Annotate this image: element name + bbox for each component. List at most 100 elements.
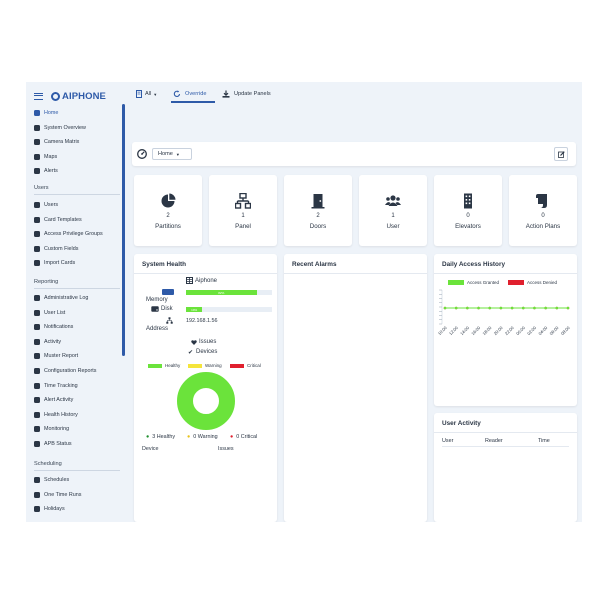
sidebar-item-administrative-log[interactable]: Administrative Log: [34, 292, 88, 304]
devices-heading: Devices: [196, 349, 218, 355]
warning-count: ● 0 Warning: [187, 434, 218, 440]
data-point[interactable]: [477, 306, 480, 310]
sidebar-item-label: Muster Report: [44, 353, 79, 360]
device-name: Aiphone: [195, 278, 218, 284]
aiphone-logo-icon: [51, 91, 60, 101]
sidebar-item-system-overview[interactable]: System Overview: [34, 122, 86, 134]
data-point[interactable]: [454, 306, 458, 310]
apb-icon: [34, 441, 40, 447]
sidebar-item-custom-fields[interactable]: Custom Fields: [34, 243, 78, 255]
chevron-down-icon: ▼: [153, 91, 158, 97]
divider: [442, 446, 569, 447]
ip-address: 192.168.1.56: [186, 318, 218, 324]
divider: [434, 432, 577, 433]
download-icon: [222, 90, 230, 98]
sidebar-item-home[interactable]: Home: [34, 107, 58, 119]
x-tick-label: 00:00: [515, 325, 526, 336]
sidebar-item-maps[interactable]: Maps: [34, 151, 57, 163]
override-button[interactable]: Override: [173, 88, 206, 100]
import-icon: [34, 260, 40, 267]
site-select[interactable]: All ▼: [136, 88, 157, 100]
legend-access-granted[interactable]: Access Granted: [448, 280, 499, 285]
sidebar-item-notifications[interactable]: Notifications: [34, 321, 73, 333]
edit-dashboard-button[interactable]: [554, 147, 568, 161]
legend-label: Critical: [247, 363, 261, 368]
divider: [284, 273, 427, 274]
sidebar-item-alert-activity[interactable]: Alert Activity: [34, 394, 73, 406]
stat-card-panel[interactable]: 1 Panel: [209, 175, 277, 246]
sidebar-item-user-list[interactable]: User List: [34, 307, 65, 319]
dashboard-bar: Home ▼: [132, 142, 576, 166]
hamburger-menu-icon[interactable]: [34, 92, 43, 100]
x-tick-label: 02:00: [526, 325, 537, 336]
data-point[interactable]: [555, 306, 559, 310]
sidebar-item-health-history[interactable]: Health History: [34, 409, 78, 421]
map-icon: [34, 153, 40, 160]
disk-bar-fill: 19%: [186, 307, 203, 312]
sidebar-item-one-time-runs[interactable]: One Time Runs: [34, 489, 81, 501]
data-point[interactable]: [566, 306, 570, 310]
sidebar-item-holidays[interactable]: Holidays: [34, 503, 65, 515]
donut-healthy-segment[interactable]: [177, 372, 235, 430]
stat-card-doors[interactable]: 2 Doors: [284, 175, 352, 246]
update-panels-button[interactable]: Update Panels: [222, 88, 271, 100]
sidebar-item-label: One Time Runs: [44, 491, 82, 498]
sidebar-section-title: Users: [34, 185, 49, 191]
activity-icon: [34, 338, 40, 345]
sidebar-item-apb-status[interactable]: APB Status: [34, 438, 72, 450]
dashboard-select[interactable]: Home ▼: [152, 148, 192, 160]
sidebar-item-monitoring[interactable]: Monitoring: [34, 423, 69, 435]
x-tick-label: 10:00: [437, 325, 448, 336]
sidebar-item-alerts[interactable]: Alerts: [34, 165, 58, 177]
legend-swatch: [188, 363, 202, 368]
sidebar-item-schedules[interactable]: Schedules: [34, 474, 69, 486]
stat-card-elevators[interactable]: 0 Elevators: [434, 175, 502, 246]
sidebar-item-label: Time Tracking: [44, 382, 78, 389]
data-point[interactable]: [533, 306, 536, 310]
stat-value: 1: [241, 213, 245, 219]
sidebar-item-import-cards[interactable]: Import Cards: [34, 257, 75, 269]
legend-access-denied[interactable]: Access Denied: [508, 280, 557, 285]
count-text: 0 Critical: [236, 434, 258, 440]
sidebar-item-label: Administrative Log: [44, 295, 89, 301]
data-point[interactable]: [443, 306, 447, 310]
stat-label: Elevators: [455, 223, 481, 230]
device-health-donut[interactable]: [176, 371, 236, 431]
table-header-device: Device: [142, 446, 159, 452]
disk-label: Disk: [161, 306, 173, 312]
sidebar-scrollbar[interactable]: [122, 104, 125, 356]
sidebar-item-label: Health History: [44, 411, 78, 418]
sidebar-item-access-privilege-groups[interactable]: Access Privilege Groups: [34, 228, 103, 240]
data-point[interactable]: [466, 306, 469, 310]
fire-icon: [34, 353, 40, 360]
sidebar-item-card-templates[interactable]: Card Templates: [34, 214, 82, 226]
dashboard-icon: [34, 110, 40, 116]
stat-card-action-plans[interactable]: 0 Action Plans: [509, 175, 577, 246]
data-point[interactable]: [544, 306, 547, 310]
sidebar-item-label: Users: [44, 202, 59, 208]
issues-heading: Issues: [199, 339, 217, 345]
stat-card-partitions[interactable]: 2 Partitions: [134, 175, 202, 246]
sidebar-item-configuration-reports[interactable]: Configuration Reports: [34, 365, 96, 377]
network-icon: [235, 193, 251, 209]
data-point[interactable]: [488, 306, 492, 310]
door-icon: [311, 194, 325, 209]
legend-critical[interactable]: Critical: [230, 363, 261, 368]
legend-warning[interactable]: Warning: [188, 363, 222, 368]
brand: AIPHONE: [34, 88, 106, 104]
group-icon: [34, 231, 40, 238]
data-point[interactable]: [510, 306, 514, 310]
sidebar-item-users[interactable]: Users: [34, 199, 58, 211]
sidebar-item-muster-report[interactable]: Muster Report: [34, 350, 78, 362]
legend-healthy[interactable]: Healthy: [148, 363, 180, 368]
data-point[interactable]: [521, 306, 525, 310]
sidebar-item-activity[interactable]: Activity: [34, 336, 61, 348]
memory-badge: 82%: [218, 290, 225, 295]
sidebar-item-time-tracking[interactable]: Time Tracking: [34, 380, 78, 392]
daily-access-chart[interactable]: 10:00 12:00 14:00 16:00 18:00 20:00 22:00 00:00…: [434, 288, 577, 348]
legend-label: Healthy: [165, 363, 181, 368]
sidebar-item-camera-matrix[interactable]: Camera Matrix: [34, 136, 79, 148]
stat-card-user[interactable]: 1 User: [359, 175, 427, 246]
data-point[interactable]: [499, 306, 503, 310]
stat-value: 0: [466, 213, 470, 219]
